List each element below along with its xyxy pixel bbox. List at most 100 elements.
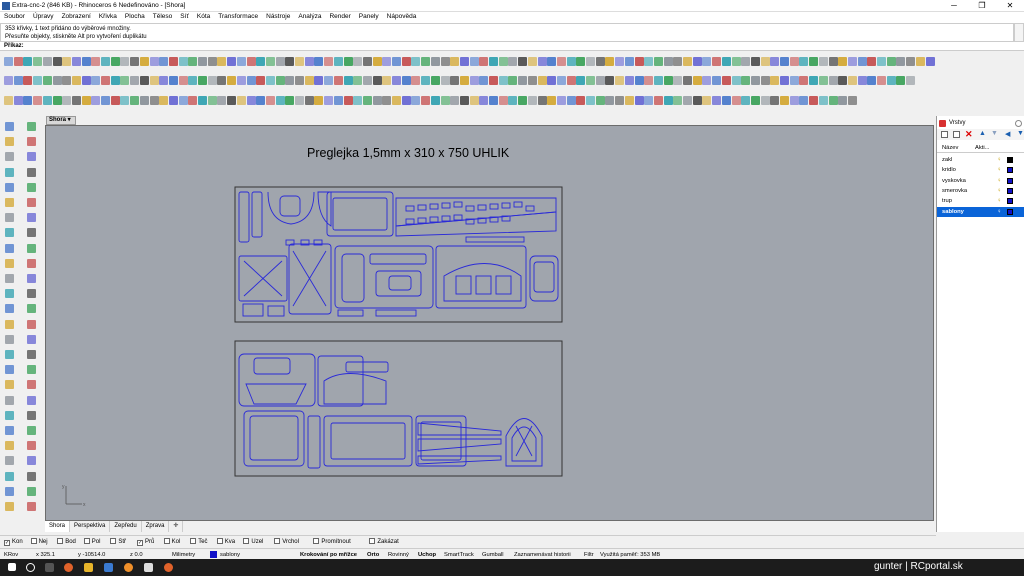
toolbar-tool-icon[interactable] xyxy=(401,57,411,66)
toolbar-tool-icon[interactable] xyxy=(692,57,702,66)
osnap-checkbox[interactable]: ✓ xyxy=(137,540,143,546)
toolbar-tool-icon[interactable] xyxy=(168,76,178,85)
toolbar-tool-icon[interactable] xyxy=(130,76,140,85)
toolbar-tool-icon[interactable] xyxy=(459,57,469,66)
toolbar-tool-icon[interactable] xyxy=(217,57,227,66)
toolbar-tool-icon[interactable] xyxy=(188,96,198,105)
toolbar-tool-icon[interactable] xyxy=(780,96,789,105)
toolbar-tool-icon[interactable] xyxy=(392,76,401,85)
toolbar-tool-icon[interactable] xyxy=(198,76,207,85)
toolbar-tool-icon[interactable] xyxy=(683,57,692,66)
toolbar-tool-icon[interactable] xyxy=(13,96,23,105)
toolbar-tool-icon[interactable] xyxy=(479,57,489,66)
toolbar-tool-icon[interactable] xyxy=(838,57,848,66)
menu-upravy[interactable]: Úpravy xyxy=(29,12,58,21)
toolbar-tool-icon[interactable] xyxy=(295,96,304,105)
toolbar-tool-icon[interactable] xyxy=(382,76,392,85)
toolbar-tool-icon[interactable] xyxy=(333,96,343,105)
toolbar-tool-icon[interactable] xyxy=(149,57,159,66)
search-icon[interactable] xyxy=(26,563,35,572)
toolbar-tool-icon[interactable] xyxy=(566,57,576,66)
toolbar-tool-icon[interactable] xyxy=(304,76,314,85)
toolbar-tool-icon[interactable] xyxy=(663,57,673,66)
toolbar-tool-icon[interactable] xyxy=(906,57,916,66)
toolbar-tool-icon[interactable] xyxy=(91,76,101,85)
toolbar-tool-icon[interactable] xyxy=(818,76,828,85)
menu-transformace[interactable]: Transformace xyxy=(214,12,262,21)
toolbar-tool-icon[interactable] xyxy=(712,57,722,66)
toolbar-tool-icon[interactable] xyxy=(440,57,450,66)
new-layer-icon[interactable] xyxy=(941,131,948,138)
units-label[interactable]: Milimetry xyxy=(172,551,195,559)
toolbar-tool-icon[interactable] xyxy=(81,76,91,85)
left-toolbar-tool-icon[interactable] xyxy=(27,289,36,299)
toolbar-tool-icon[interactable] xyxy=(275,57,285,66)
toolbar-tool-icon[interactable] xyxy=(527,96,537,105)
toolbar-tool-icon[interactable] xyxy=(62,57,72,66)
layer-color-swatch[interactable] xyxy=(1007,157,1013,163)
toolbar-tool-icon[interactable] xyxy=(760,57,770,66)
toolbar-tool-icon[interactable] xyxy=(23,96,33,105)
toolbar-tool-icon[interactable] xyxy=(450,76,460,85)
toolbar-tool-icon[interactable] xyxy=(372,96,382,105)
toolbar-tool-icon[interactable] xyxy=(207,96,217,105)
layer-row-trup[interactable]: trup ♀ xyxy=(937,196,1024,206)
toolbar-tool-icon[interactable] xyxy=(314,76,324,85)
toolbar-tool-icon[interactable] xyxy=(683,96,692,105)
viewport-canvas[interactable]: x y xyxy=(46,126,934,521)
left-toolbar-tool-icon[interactable] xyxy=(5,228,14,238)
left-toolbar-tool-icon[interactable] xyxy=(27,274,36,283)
toolbar-tool-icon[interactable] xyxy=(556,96,566,105)
task-view-icon[interactable] xyxy=(45,563,54,572)
toolbar-tool-icon[interactable] xyxy=(731,57,741,66)
gumball-toggle[interactable]: Gumball xyxy=(482,551,504,559)
toolbar-tool-icon[interactable] xyxy=(62,96,72,105)
toolbar-tool-icon[interactable] xyxy=(4,57,13,66)
layer-row-sablony[interactable]: sablony ♀ xyxy=(937,206,1024,217)
osnap-kol[interactable]: Kol xyxy=(163,538,180,546)
toolbar-tool-icon[interactable] xyxy=(789,96,799,105)
toolbar-tool-icon[interactable] xyxy=(450,96,460,105)
layer-color-swatch[interactable] xyxy=(1007,177,1013,184)
toolbar-tool-icon[interactable] xyxy=(653,76,663,85)
toolbar-tool-icon[interactable] xyxy=(227,57,237,66)
toolbar-tool-icon[interactable] xyxy=(168,57,178,66)
ortho-toggle[interactable]: Orto xyxy=(367,551,379,559)
toolbar-tool-icon[interactable] xyxy=(324,76,334,85)
filter-toggle[interactable]: Filtr xyxy=(584,551,594,559)
toolbar-tool-icon[interactable] xyxy=(42,96,52,105)
toolbar-tool-icon[interactable] xyxy=(770,57,780,66)
layer-visibility-icon[interactable]: ♀ xyxy=(997,209,1002,215)
command-prompt[interactable]: Příkaz: xyxy=(0,42,1024,51)
toolbar-tool-icon[interactable] xyxy=(489,96,498,105)
toolbar-tool-icon[interactable] xyxy=(372,57,382,66)
column-active[interactable]: Akti... xyxy=(975,143,990,153)
left-toolbar-tool-icon[interactable] xyxy=(5,410,14,420)
toolbar-tool-icon[interactable] xyxy=(702,76,712,85)
toolbar-tool-icon[interactable] xyxy=(576,57,586,66)
firefox-icon[interactable] xyxy=(64,563,73,572)
toolbar-tool-icon[interactable] xyxy=(265,76,275,85)
toolbar-tool-icon[interactable] xyxy=(566,76,576,85)
toolbar-tool-icon[interactable] xyxy=(624,57,634,66)
toolbar-tool-icon[interactable] xyxy=(634,76,644,85)
toolbar-tool-icon[interactable] xyxy=(741,96,751,105)
tab-perspektiva[interactable]: Perspektiva xyxy=(70,521,111,532)
toolbar-tool-icon[interactable] xyxy=(770,96,780,105)
layer-visibility-icon[interactable]: ♀ xyxy=(997,157,1002,163)
toolbar-tool-icon[interactable] xyxy=(275,96,285,105)
left-toolbar-tool-icon[interactable] xyxy=(27,182,36,192)
app-icon[interactable] xyxy=(124,563,133,572)
toolbar-tool-icon[interactable] xyxy=(285,96,295,105)
left-toolbar-tool-icon[interactable] xyxy=(5,334,14,344)
tab-shora[interactable]: Shora xyxy=(45,521,71,532)
toolbar-tool-icon[interactable] xyxy=(440,76,450,85)
toolbar-tool-icon[interactable] xyxy=(101,76,110,85)
layer-color-swatch[interactable] xyxy=(1007,208,1013,215)
app-icon[interactable] xyxy=(104,563,113,572)
toolbar-tool-icon[interactable] xyxy=(110,96,120,105)
toolbar-tool-icon[interactable] xyxy=(644,76,654,85)
osnap-prů[interactable]: ✓ Prů xyxy=(137,538,154,546)
osnap-checkbox[interactable] xyxy=(216,538,223,544)
toolbar-tool-icon[interactable] xyxy=(139,57,149,66)
